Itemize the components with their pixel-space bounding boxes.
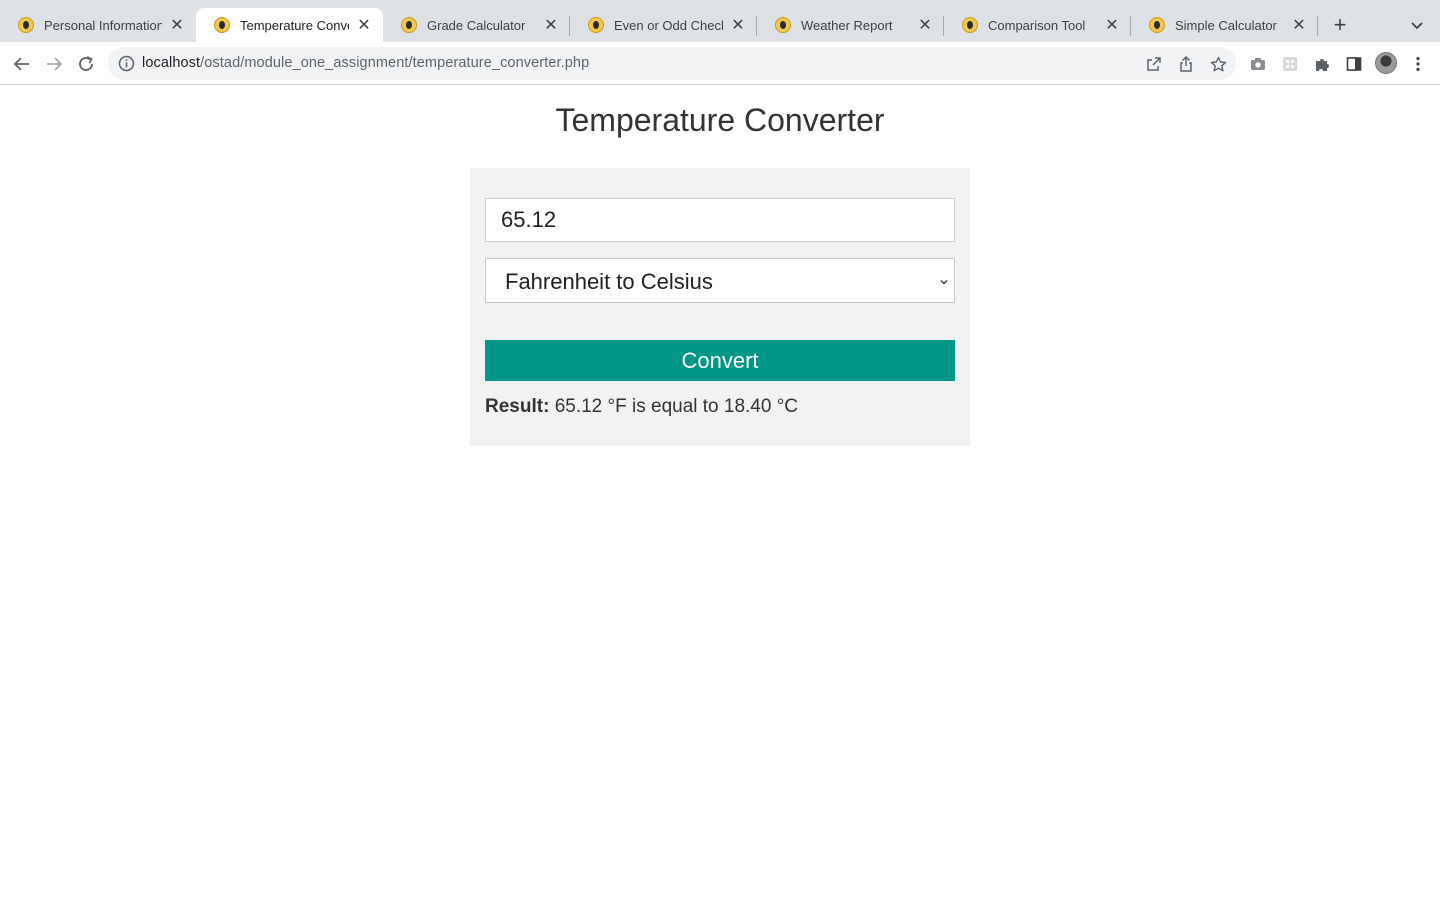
tab-label: Comparison Tool: [988, 17, 1086, 33]
url-host: localhost: [142, 55, 201, 71]
tab-personal-information[interactable]: Personal Information F ✕: [0, 8, 196, 42]
tab-label: Grade Calculator: [427, 17, 526, 33]
conversion-type-select[interactable]: Fahrenheit to Celsius: [485, 258, 955, 303]
tab-label: Simple Calculator: [1175, 17, 1277, 33]
tab-comparison-tool[interactable]: Comparison Tool ✕: [944, 8, 1131, 42]
page-title: Temperature Converter: [555, 102, 885, 138]
result-label: Result:: [485, 396, 550, 417]
temperature-input[interactable]: [485, 198, 955, 242]
close-icon[interactable]: ✕: [1290, 16, 1308, 34]
extension-grid-icon[interactable]: [1279, 53, 1301, 75]
close-icon[interactable]: ✕: [729, 16, 747, 34]
share-icon[interactable]: [1176, 54, 1196, 74]
tab-search-chevron-icon[interactable]: [1406, 14, 1428, 36]
tab-grade-calculator[interactable]: Grade Calculator ✕: [383, 8, 570, 42]
chevron-down-icon: [938, 275, 950, 287]
bookmark-star-icon[interactable]: [1208, 54, 1228, 74]
result-text: Result: 65.12 °F is equal to 18.40 °C: [485, 396, 798, 418]
url-path: /ostad/module_one_assignment/temperature…: [200, 55, 590, 71]
address-bar[interactable]: localhost/ostad/module_one_assignment/te…: [108, 47, 1236, 80]
favicon-icon: [775, 17, 791, 33]
favicon-icon: [401, 17, 417, 33]
site-info-icon[interactable]: [118, 55, 135, 72]
result-value: 65.12 °F is equal to 18.40 °C: [554, 396, 799, 417]
favicon-icon: [1149, 17, 1165, 33]
converter-form: Fahrenheit to Celsius Convert Result: 65…: [470, 168, 970, 446]
tab-label: Weather Report: [801, 17, 893, 33]
camera-extension-icon[interactable]: [1247, 53, 1269, 75]
extensions-puzzle-icon[interactable]: [1311, 53, 1333, 75]
close-icon[interactable]: ✕: [355, 16, 373, 34]
close-icon[interactable]: ✕: [542, 16, 560, 34]
favicon-icon: [214, 17, 230, 33]
favicon-icon: [588, 17, 604, 33]
tab-weather-report[interactable]: Weather Report ✕: [757, 8, 944, 42]
close-icon[interactable]: ✕: [916, 16, 934, 34]
tab-label: Even or Odd Checker: [614, 17, 723, 33]
browser-toolbar: localhost/ostad/module_one_assignment/te…: [0, 42, 1440, 85]
tab-strip: Personal Information F ✕ Temperature Con…: [0, 0, 1440, 42]
url-text[interactable]: localhost/ostad/module_one_assignment/te…: [142, 47, 589, 80]
close-icon[interactable]: ✕: [1103, 16, 1121, 34]
open-in-new-window-icon[interactable]: [1144, 54, 1164, 74]
back-arrow-icon[interactable]: [9, 51, 35, 77]
tab-label: Personal Information F: [44, 17, 162, 33]
tab-temperature-converter[interactable]: Temperature Convert ✕: [196, 8, 383, 42]
tab-even-or-odd-checker[interactable]: Even or Odd Checker ✕: [570, 8, 757, 42]
favicon-icon: [18, 17, 34, 33]
convert-button[interactable]: Convert: [485, 340, 955, 381]
tab-simple-calculator[interactable]: Simple Calculator ✕: [1131, 8, 1318, 42]
close-icon[interactable]: ✕: [168, 16, 186, 34]
reload-icon[interactable]: [73, 51, 99, 77]
favicon-icon: [962, 17, 978, 33]
side-panel-icon[interactable]: [1343, 53, 1365, 75]
profile-avatar[interactable]: [1375, 52, 1397, 74]
tab-label: Temperature Convert: [240, 17, 349, 33]
selected-conversion: Fahrenheit to Celsius: [505, 269, 713, 294]
forward-arrow-icon[interactable]: [41, 51, 67, 77]
page-content: Temperature Converter Fahrenheit to Cels…: [0, 86, 1440, 900]
tab-separator: [1317, 16, 1318, 36]
more-menu-icon[interactable]: [1407, 53, 1429, 75]
new-tab-button[interactable]: +: [1328, 12, 1352, 37]
